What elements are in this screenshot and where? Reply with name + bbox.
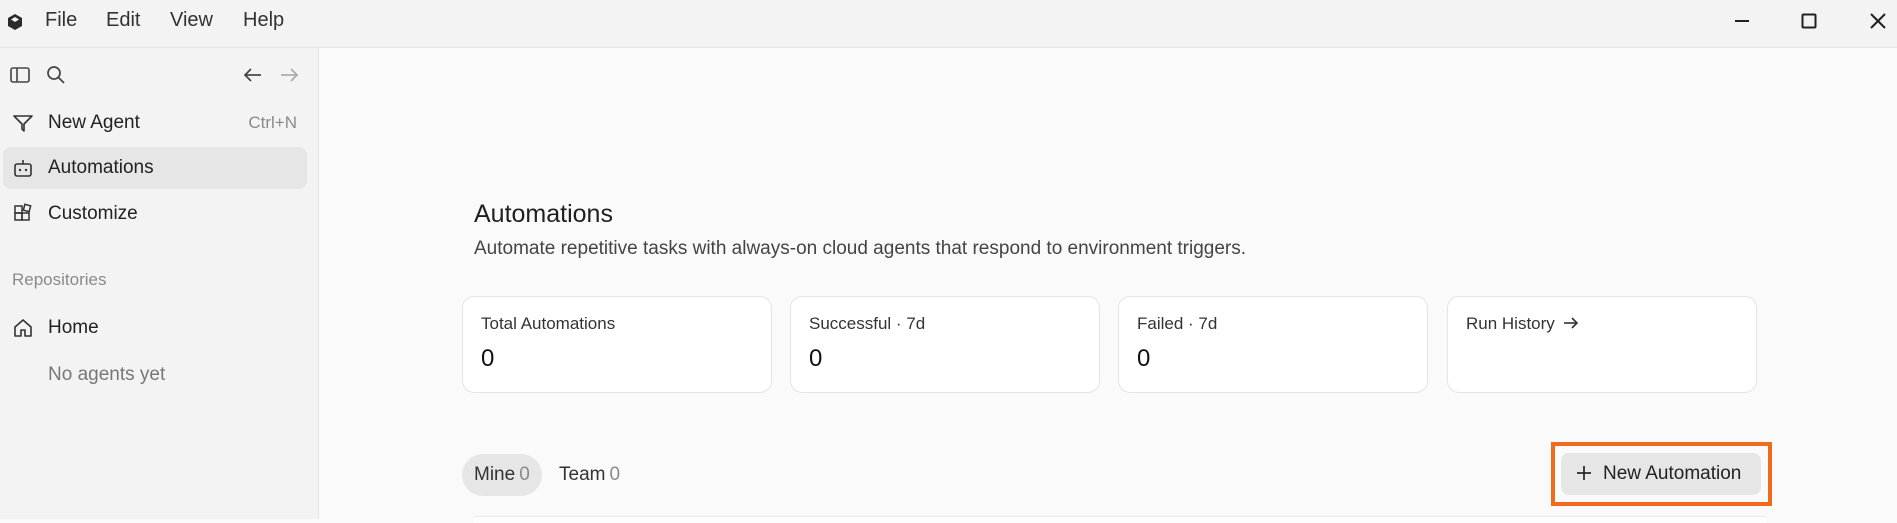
stat-label: Total Automations [481,314,616,333]
stat-value: 0 [1137,345,1151,372]
stat-card-total: Total Automations 0 [462,296,772,393]
maximize-icon[interactable] [1794,6,1824,36]
new-automation-label: New Automation [1603,463,1742,484]
stat-card-failed: Failed · 7d 0 [1118,296,1428,393]
search-icon[interactable] [45,64,67,86]
new-automation-button[interactable]: New Automation [1561,453,1761,495]
sidebar-item-automations[interactable]: Automations [3,147,307,189]
tab-mine[interactable]: Mine 0 [462,454,542,496]
arrow-right-icon [1563,317,1578,329]
menu-help[interactable]: Help [243,9,284,32]
automation-list-edge [474,516,1766,523]
plus-icon [1577,466,1591,480]
sidebar: New Agent Ctrl+N Automations Customize R… [0,48,319,519]
stat-value: 0 [481,345,495,372]
empty-state-text: No agents yet [48,364,166,385]
app-logo-icon [8,14,22,30]
repositories-section-label: Repositories [12,270,107,289]
tab-team[interactable]: Team 0 [547,454,632,496]
close-icon[interactable] [1863,6,1893,36]
stat-label: Successful · 7d [809,314,926,333]
page-title: Automations [474,200,613,228]
back-arrow-icon[interactable] [242,64,264,86]
main-content: Automations Automate repetitive tasks wi… [319,48,1897,523]
home-icon [14,319,32,337]
sidebar-toggle-icon[interactable] [9,64,31,86]
stat-card-successful: Successful · 7d 0 [790,296,1100,393]
menu-view[interactable]: View [170,9,213,32]
sidebar-item-label: New Agent [48,112,140,133]
sidebar-item-label: Automations [48,157,154,178]
run-history-card[interactable]: Run History [1447,296,1757,393]
menu-edit[interactable]: Edit [106,9,140,32]
stat-value: 0 [809,345,823,372]
run-history-label: Run History [1466,314,1580,334]
sidebar-item-new-agent[interactable]: New Agent Ctrl+N [3,102,307,144]
stat-label: Failed · 7d [1137,314,1218,333]
sidebar-item-customize[interactable]: Customize [3,193,307,235]
shortcut-hint: Ctrl+N [248,113,297,132]
sidebar-item-home[interactable]: Home [3,307,307,349]
menu-bar: File Edit View Help [0,0,1897,48]
sidebar-item-label: Customize [48,203,138,224]
page-subtitle: Automate repetitive tasks with always-on… [474,238,1247,259]
forward-arrow-icon[interactable] [278,64,300,86]
minimize-icon[interactable] [1727,6,1757,36]
sidebar-item-label: Home [48,317,99,338]
robot-icon [14,160,32,177]
menu-file[interactable]: File [45,9,77,32]
blocks-icon [14,203,32,221]
agent-funnel-icon [13,115,33,132]
